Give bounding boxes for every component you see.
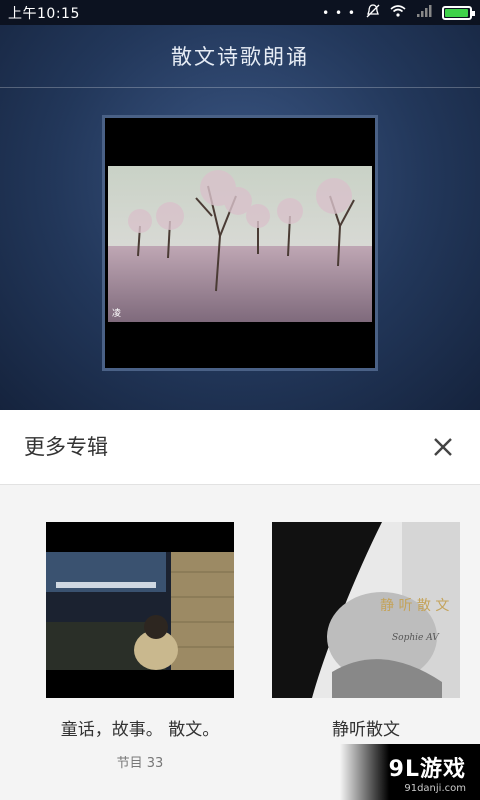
notification-dots: • • • [322, 5, 356, 20]
album-name: 静听散文 [332, 720, 400, 740]
album-card-2[interactable]: 静 听 散 文 Sophie AV 静听散文 [272, 522, 460, 740]
album-card-1[interactable]: 童话，故事。 散文。 节目 33 [46, 522, 234, 771]
sheet-title: 更多专辑 [24, 435, 108, 459]
cover-caption: 凌 [112, 307, 121, 319]
album-thumbnail: 静 听 散 文 Sophie AV [272, 522, 460, 698]
status-time: 上午10:15 [8, 5, 80, 22]
sheet-header: 更多专辑 [0, 410, 480, 485]
wifi-icon [390, 4, 406, 21]
battery-icon [442, 5, 475, 20]
site-watermark: 9L游戏 91danji.com [340, 744, 480, 800]
album-cover[interactable]: 凌 [102, 115, 378, 371]
album-program-count: 节目 33 [116, 756, 164, 771]
title-divider [0, 87, 480, 88]
status-bar: 上午10:15 • • • [0, 0, 480, 25]
close-icon [434, 438, 452, 456]
battery-fill [445, 8, 468, 17]
close-button[interactable] [428, 432, 458, 462]
signal-icon [416, 4, 432, 21]
page-title: 散文诗歌朗诵 [171, 45, 309, 69]
player-background: 散文诗歌朗诵 凌 [0, 25, 480, 410]
mute-icon [366, 3, 380, 22]
watermark-url: 91danji.com [404, 782, 466, 794]
album-cover-text: 静 听 散 文 [380, 598, 449, 614]
more-albums-sheet: 更多专辑 童话，故事。 散文。 节目 33 静 听 散 文 Sophie AV … [0, 410, 480, 800]
album-thumbnail [46, 522, 234, 698]
watermark-logo: 9L游戏 [388, 756, 466, 782]
album-name: 童话，故事。 散文。 [60, 720, 220, 740]
album-cover-signature: Sophie AV [392, 633, 440, 643]
status-icons: • • • [322, 3, 475, 22]
cover-image: 凌 [108, 166, 372, 322]
